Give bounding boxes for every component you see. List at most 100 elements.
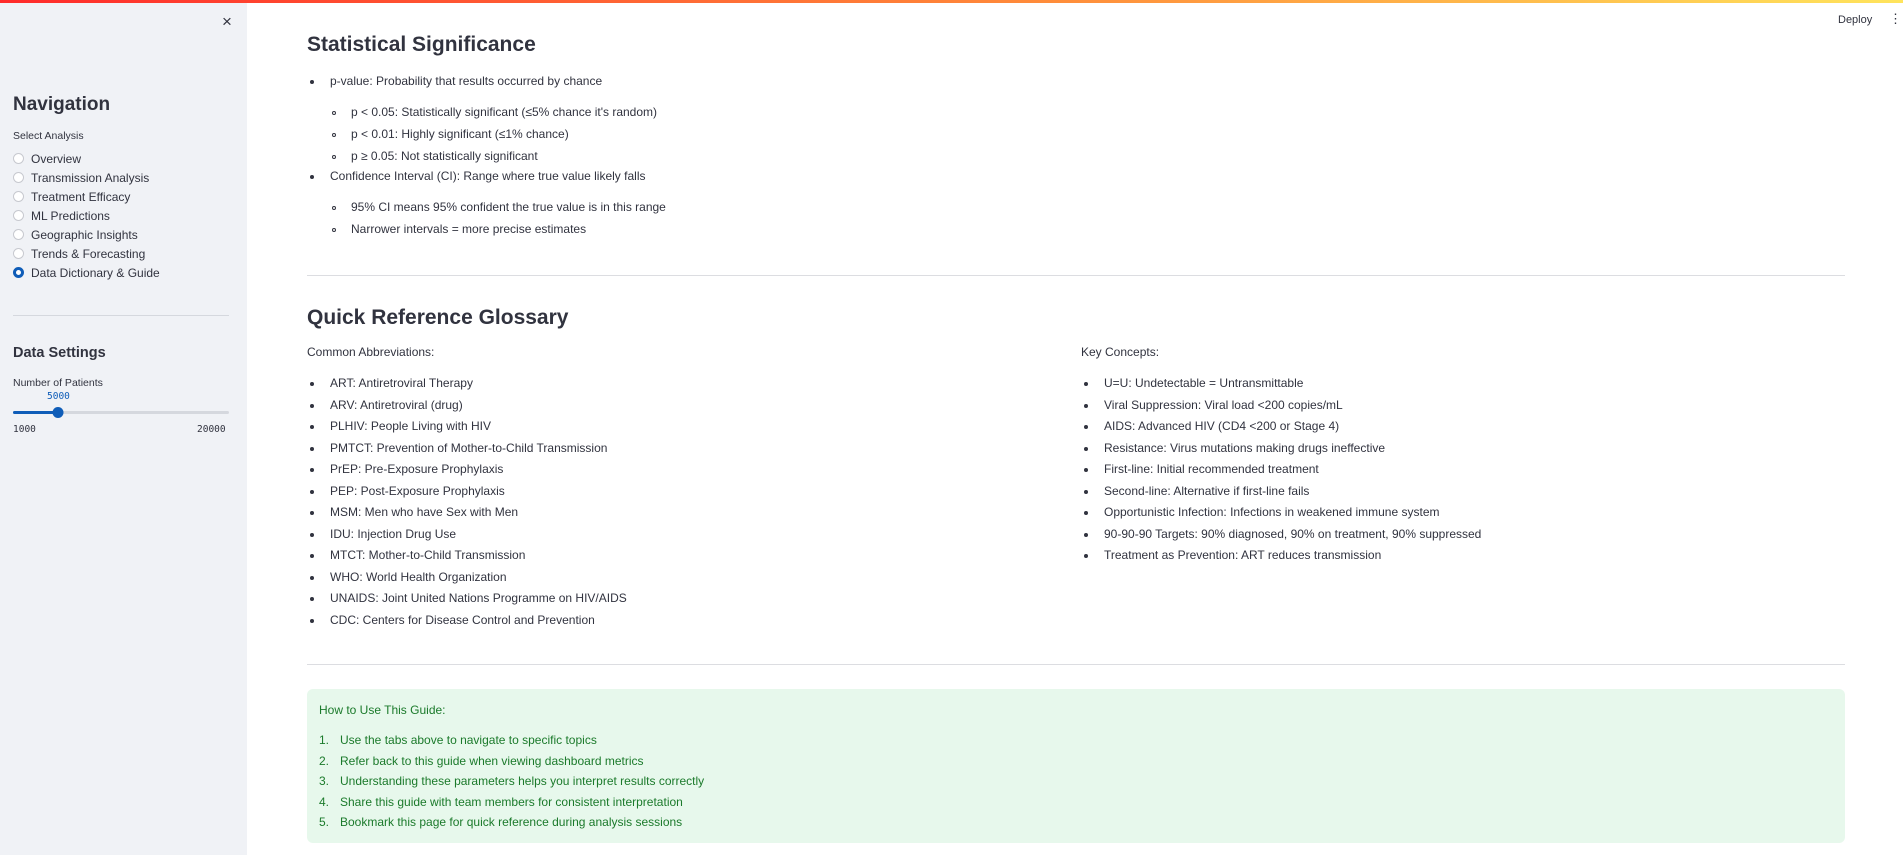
bullet-marker bbox=[310, 382, 314, 386]
radio-option[interactable]: Transmission Analysis bbox=[13, 168, 160, 187]
main-menu-icon[interactable]: ⋮ bbox=[1889, 12, 1902, 25]
bullet-marker bbox=[1084, 403, 1088, 408]
sidebar-divider bbox=[13, 315, 229, 316]
radio-option[interactable]: Data Dictionary & Guide bbox=[13, 263, 160, 282]
radio-circle-icon[interactable] bbox=[13, 172, 24, 183]
concept-item: U=U: Undetectable = Untransmittable bbox=[1104, 376, 1304, 390]
bullet-marker bbox=[310, 489, 314, 494]
how-to-guide-box: How to Use This Guide: 1. Use the tabs ab… bbox=[307, 689, 1845, 843]
guide-step: Use the tabs above to navigate to specif… bbox=[340, 733, 597, 747]
patients-slider-min: 1000 bbox=[13, 424, 36, 435]
bullet-marker bbox=[1084, 382, 1088, 386]
sub-bullet-marker bbox=[332, 155, 336, 159]
radio-option[interactable]: Geographic Insights bbox=[13, 225, 160, 244]
abbreviation-item: PMTCT: Prevention of Mother-to-Child Tra… bbox=[330, 440, 608, 455]
concept-item: Viral Suppression: Viral load <200 copie… bbox=[1104, 397, 1343, 412]
bullet-marker bbox=[1084, 425, 1088, 429]
guide-step-number: 5. bbox=[319, 815, 330, 829]
radio-circle-icon[interactable] bbox=[13, 248, 24, 259]
concept-item: First-line: Initial recommended treatmen… bbox=[1104, 462, 1319, 476]
concept-item: Treatment as Prevention: ART reduces tra… bbox=[1104, 548, 1382, 562]
radio-option[interactable]: Overview bbox=[13, 149, 160, 168]
guide-step: Refer back to this guide when viewing da… bbox=[340, 753, 644, 768]
sub-bullet-marker bbox=[332, 133, 336, 137]
bullet-marker bbox=[310, 618, 314, 623]
bullet-marker bbox=[1084, 554, 1088, 558]
radio-circle-icon[interactable] bbox=[13, 267, 24, 278]
abbreviation-item: MTCT: Mother-to-Child Transmission bbox=[330, 548, 526, 562]
radio-circle-icon[interactable] bbox=[13, 210, 24, 221]
abbreviation-item: IDU: Injection Drug Use bbox=[330, 526, 457, 541]
sidebar: × Navigation Select Analysis Overview Tra… bbox=[0, 3, 247, 855]
pvalue-sub-item: p < 0.01: Highly significant (≤1% chance… bbox=[351, 127, 569, 141]
radio-option-label: Transmission Analysis bbox=[31, 170, 150, 185]
radio-circle-icon[interactable] bbox=[13, 153, 24, 164]
section-divider bbox=[307, 275, 1845, 276]
ci-sub-item: Narrower intervals = more precise estima… bbox=[351, 222, 587, 236]
bullet-marker bbox=[310, 511, 314, 515]
bullet-marker bbox=[310, 575, 314, 580]
radio-option-label: ML Predictions bbox=[31, 208, 110, 223]
radio-circle-icon[interactable] bbox=[13, 191, 24, 202]
radio-option-label: Treatment Efficacy bbox=[31, 189, 131, 204]
radio-option-label: Data Dictionary & Guide bbox=[31, 265, 160, 280]
sub-bullet-marker bbox=[332, 206, 336, 210]
radio-option-label: Geographic Insights bbox=[31, 227, 138, 242]
select-analysis-label: Select Analysis bbox=[13, 130, 84, 142]
abbreviations-heading: Common Abbreviations: bbox=[307, 345, 435, 359]
concept-item: Opportunistic Infection: Infections in w… bbox=[1104, 505, 1440, 519]
concept-item: Second-line: Alternative if first-line f… bbox=[1104, 483, 1310, 498]
abbreviation-item: PLHIV: People Living with HIV bbox=[330, 419, 491, 433]
radio-circle-icon[interactable] bbox=[13, 229, 24, 240]
bullet-marker bbox=[310, 175, 314, 179]
bullet-marker bbox=[310, 446, 314, 451]
main-content: Statistical Significance p-value: Probab… bbox=[307, 0, 1845, 855]
ci-item: Confidence Interval (CI): Range where tr… bbox=[330, 169, 646, 183]
data-settings-title: Data Settings bbox=[13, 345, 106, 361]
patients-slider-max: 20000 bbox=[197, 424, 226, 435]
patients-slider-fill bbox=[13, 411, 59, 414]
bullet-marker bbox=[1084, 489, 1088, 494]
abbreviation-item: CDC: Centers for Disease Control and Pre… bbox=[330, 612, 595, 627]
radio-option-label: Trends & Forecasting bbox=[31, 246, 146, 261]
bullet-marker bbox=[310, 80, 314, 84]
bullet-marker bbox=[1084, 446, 1088, 451]
abbreviation-item: UNAIDS: Joint United Nations Programme o… bbox=[330, 591, 627, 605]
abbreviation-item: WHO: World Health Organization bbox=[330, 569, 507, 584]
bullet-marker bbox=[1084, 511, 1088, 515]
guide-heading: How to Use This Guide: bbox=[319, 703, 446, 717]
sub-bullet-marker bbox=[332, 111, 336, 115]
pvalue-sub-item: p < 0.05: Statistically significant (≤5%… bbox=[351, 105, 658, 119]
radio-option[interactable]: Trends & Forecasting bbox=[13, 244, 160, 263]
abbreviation-item: PEP: Post-Exposure Prophylaxis bbox=[330, 483, 505, 498]
bullet-marker bbox=[310, 468, 314, 472]
bullet-marker bbox=[310, 403, 314, 408]
bullet-marker bbox=[310, 554, 314, 558]
patients-slider-label: Number of Patients bbox=[13, 377, 103, 389]
patients-slider-thumb[interactable] bbox=[52, 407, 64, 418]
radio-option-label: Overview bbox=[31, 151, 82, 166]
concept-item: 90-90-90 Targets: 90% diagnosed, 90% on … bbox=[1104, 526, 1482, 541]
guide-step: Understanding these parameters helps you… bbox=[340, 774, 705, 788]
ci-sub-item: 95% CI means 95% confident the true valu… bbox=[351, 200, 666, 214]
bullet-marker bbox=[1084, 468, 1088, 472]
radio-option[interactable]: ML Predictions bbox=[13, 206, 160, 225]
close-icon[interactable]: × bbox=[222, 13, 232, 30]
radio-option[interactable]: Treatment Efficacy bbox=[13, 187, 160, 206]
concepts-heading: Key Concepts: bbox=[1081, 345, 1160, 359]
section-divider bbox=[307, 664, 1845, 665]
abbreviation-item: PrEP: Pre-Exposure Prophylaxis bbox=[330, 462, 504, 476]
guide-step-number: 1. bbox=[319, 733, 330, 747]
statistical-significance-title: Statistical Significance bbox=[307, 33, 536, 56]
bullet-marker bbox=[1084, 532, 1088, 537]
abbreviation-item: MSM: Men who have Sex with Men bbox=[330, 505, 519, 519]
guide-step-number: 3. bbox=[319, 774, 330, 788]
bullet-marker bbox=[310, 597, 314, 601]
concept-item: AIDS: Advanced HIV (CD4 <200 or Stage 4) bbox=[1104, 419, 1340, 433]
concept-item: Resistance: Virus mutations making drugs… bbox=[1104, 440, 1386, 455]
bullet-marker bbox=[310, 425, 314, 429]
patients-slider-track[interactable] bbox=[13, 407, 229, 418]
nav-title: Navigation bbox=[13, 94, 111, 115]
abbreviation-item: ARV: Antiretroviral (drug) bbox=[330, 397, 463, 412]
guide-step-number: 4. bbox=[319, 794, 330, 809]
